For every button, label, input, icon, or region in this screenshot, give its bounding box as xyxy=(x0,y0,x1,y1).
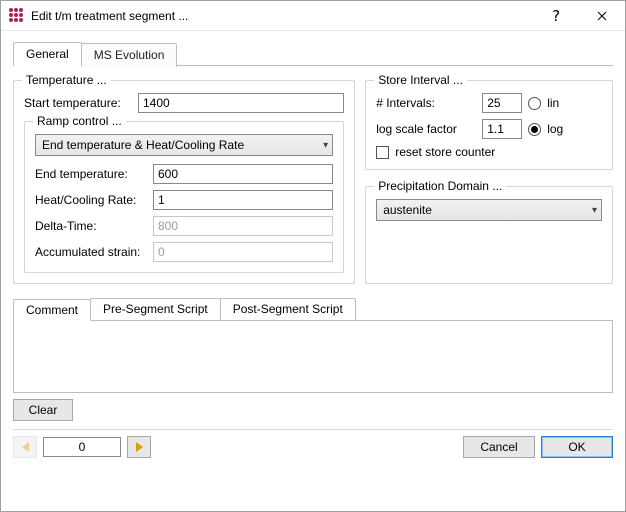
start-temperature-row: Start temperature: xyxy=(24,93,344,113)
accumulated-strain-label: Accumulated strain: xyxy=(35,245,147,259)
delta-time-row: Delta-Time: xyxy=(35,216,333,236)
reset-store-checkbox[interactable] xyxy=(376,146,389,159)
delta-time-label: Delta-Time: xyxy=(35,219,147,233)
log-label: log xyxy=(547,122,563,136)
left-column: Temperature ... Start temperature: Ramp … xyxy=(13,74,355,284)
triangle-right-icon xyxy=(136,442,143,452)
cancel-button[interactable]: Cancel xyxy=(463,436,535,458)
app-icon xyxy=(9,8,25,24)
ramp-control-legend: Ramp control ... xyxy=(33,114,126,128)
tab-pre-segment-script[interactable]: Pre-Segment Script xyxy=(90,298,221,320)
end-temperature-input[interactable] xyxy=(153,164,333,184)
chevron-down-icon: ▾ xyxy=(323,140,328,151)
help-button[interactable]: ? xyxy=(533,1,579,31)
logfactor-input[interactable] xyxy=(482,119,522,139)
close-button[interactable] xyxy=(579,1,625,31)
segment-index-input[interactable] xyxy=(43,437,121,457)
log-radio[interactable] xyxy=(528,123,541,136)
precipitation-domain-group: Precipitation Domain ... austenite ▾ xyxy=(365,186,613,284)
heat-cooling-rate-row: Heat/Cooling Rate: xyxy=(35,190,333,210)
comment-textarea[interactable] xyxy=(13,321,613,393)
triangle-left-icon xyxy=(22,442,29,452)
intervals-input[interactable] xyxy=(482,93,522,113)
temperature-legend: Temperature ... xyxy=(22,73,111,87)
start-temperature-label: Start temperature: xyxy=(24,96,132,110)
tab-ms-evolution[interactable]: MS Evolution xyxy=(81,43,178,67)
comment-tabstrip: Comment Pre-Segment Script Post-Segment … xyxy=(13,298,613,321)
end-temperature-label: End temperature: xyxy=(35,167,147,181)
ok-button[interactable]: OK xyxy=(541,436,613,458)
end-temperature-row: End temperature: xyxy=(35,164,333,184)
clear-button[interactable]: Clear xyxy=(13,399,73,421)
comment-section: Comment Pre-Segment Script Post-Segment … xyxy=(13,298,613,421)
heat-cooling-rate-label: Heat/Cooling Rate: xyxy=(35,193,147,207)
precipitation-domain-value: austenite xyxy=(383,203,432,217)
accumulated-strain-row: Accumulated strain: xyxy=(35,242,333,262)
tab-post-segment-script[interactable]: Post-Segment Script xyxy=(220,298,356,320)
ramp-control-group: Ramp control ... End temperature & Heat/… xyxy=(24,121,344,273)
heat-cooling-rate-input[interactable] xyxy=(153,190,333,210)
precipitation-domain-legend: Precipitation Domain ... xyxy=(374,179,506,193)
logfactor-row: log scale factor log xyxy=(376,119,602,139)
panes-row: Temperature ... Start temperature: Ramp … xyxy=(13,74,613,284)
titlebar: Edit t/m treatment segment ... ? xyxy=(1,1,625,31)
main-tabstrip: General MS Evolution xyxy=(13,41,613,66)
ramp-mode-value: End temperature & Heat/Cooling Rate xyxy=(42,138,244,152)
chevron-down-icon: ▾ xyxy=(592,205,597,216)
window-title: Edit t/m treatment segment ... xyxy=(31,9,533,23)
accumulated-strain-input xyxy=(153,242,333,262)
store-interval-legend: Store Interval ... xyxy=(374,73,467,87)
footer: Cancel OK xyxy=(13,429,613,458)
right-column: Store Interval ... # Intervals: lin log … xyxy=(365,74,613,284)
logfactor-label: log scale factor xyxy=(376,122,476,136)
next-segment-button[interactable] xyxy=(127,436,151,458)
store-interval-group: Store Interval ... # Intervals: lin log … xyxy=(365,80,613,170)
dialog-window: Edit t/m treatment segment ... ? General… xyxy=(0,0,626,512)
precipitation-domain-select[interactable]: austenite ▾ xyxy=(376,199,602,221)
reset-store-row: reset store counter xyxy=(376,145,602,159)
tab-comment[interactable]: Comment xyxy=(13,299,91,321)
start-temperature-input[interactable] xyxy=(138,93,344,113)
ramp-mode-select[interactable]: End temperature & Heat/Cooling Rate ▾ xyxy=(35,134,333,156)
tab-general[interactable]: General xyxy=(13,42,82,66)
temperature-group: Temperature ... Start temperature: Ramp … xyxy=(13,80,355,284)
delta-time-input xyxy=(153,216,333,236)
reset-store-label: reset store counter xyxy=(395,145,495,159)
lin-label: lin xyxy=(547,96,559,110)
lin-radio[interactable] xyxy=(528,97,541,110)
intervals-label: # Intervals: xyxy=(376,96,476,110)
intervals-row: # Intervals: lin xyxy=(376,93,602,113)
content-area: General MS Evolution Temperature ... Sta… xyxy=(1,31,625,511)
prev-segment-button[interactable] xyxy=(13,436,37,458)
